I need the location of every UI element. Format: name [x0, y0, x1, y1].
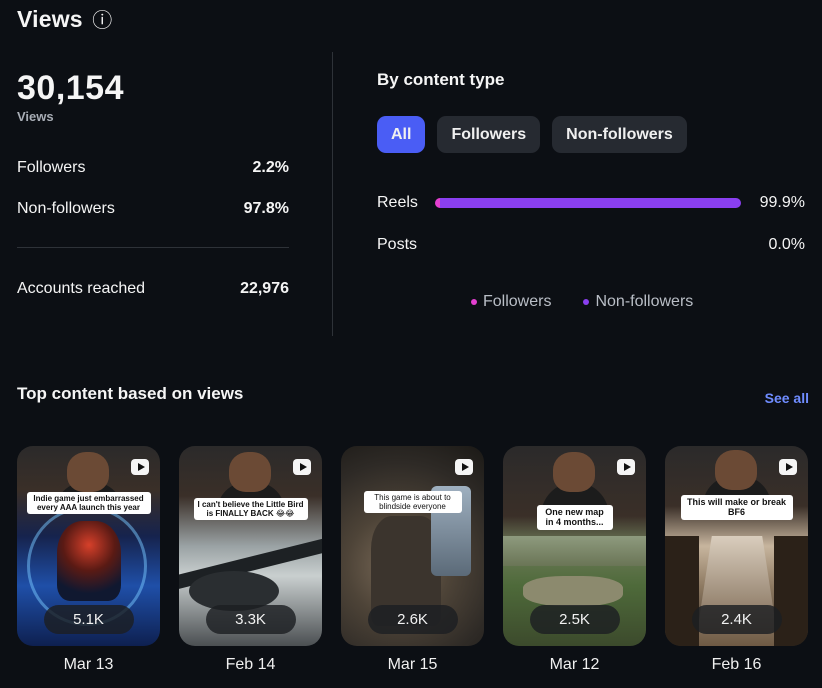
followers-label: Followers — [17, 159, 86, 176]
reels-bar-nonfollowers — [440, 198, 741, 208]
views-insights-page: Views ⓘ 30,154 Views Followers 2.2% Non-… — [0, 0, 822, 688]
thumbnail-caption: One new map in 4 months... — [536, 505, 613, 530]
page-title: Views — [17, 6, 83, 32]
content-filter-chips: All Followers Non-followers — [377, 116, 687, 153]
legend-nonfollowers-label: Non-followers — [595, 293, 694, 310]
view-count: 3.3K — [205, 605, 296, 634]
view-count: 2.6K — [367, 605, 458, 634]
nonfollowers-row: Non-followers 97.8% — [17, 200, 289, 218]
posts-row: Posts 0.0% — [377, 236, 805, 254]
accounts-reached-label: Accounts reached — [17, 280, 146, 297]
info-icon[interactable]: ⓘ — [92, 10, 112, 30]
reel-icon — [779, 459, 797, 475]
divider — [17, 247, 289, 248]
posts-pct: 0.0% — [768, 236, 805, 253]
reel-icon — [455, 459, 473, 475]
legend: Followers Non-followers — [471, 293, 693, 311]
accounts-reached-row: Accounts reached 22,976 — [17, 280, 289, 298]
followers-dot-icon — [471, 299, 477, 305]
view-count: 5.1K — [43, 605, 134, 634]
reel-icon — [617, 459, 635, 475]
reels-label: Reels — [377, 194, 418, 211]
thumbnail-caption: Indie game just embarrassed every AAA la… — [26, 492, 151, 515]
by-content-type-panel: By content type All Followers Non-follow… — [377, 70, 805, 310]
header: Views ⓘ — [17, 6, 112, 33]
reels-bar — [435, 198, 741, 208]
top-content-list: Indie game just embarrassed every AAA la… — [17, 446, 808, 674]
reels-pct: 99.9% — [759, 194, 805, 211]
reel-icon — [293, 459, 311, 475]
legend-nonfollowers: Non-followers — [583, 293, 693, 311]
post-date: Mar 13 — [63, 656, 114, 673]
reel-icon — [131, 459, 149, 475]
reels-row: Reels 99.9% — [377, 194, 805, 212]
thumbnail-caption: This will make or break BF6 — [680, 495, 793, 520]
post-date: Mar 15 — [387, 656, 438, 673]
view-count: 2.4K — [691, 605, 782, 634]
nonfollowers-label: Non-followers — [17, 200, 115, 217]
posts-bar — [435, 240, 741, 250]
views-summary: 30,154 Views Followers 2.2% Non-follower… — [17, 69, 289, 297]
reel-thumbnail[interactable]: One new map in 4 months... 2.5K — [503, 446, 646, 646]
reel-thumbnail[interactable]: I can't believe the Little Bird is FINAL… — [179, 446, 322, 646]
post-date: Feb 14 — [225, 656, 276, 673]
posts-label: Posts — [377, 236, 418, 253]
view-count: 2.5K — [529, 605, 620, 634]
content-card[interactable]: This will make or break BF6 2.4K Feb 16 — [665, 446, 808, 674]
reel-thumbnail[interactable]: Indie game just embarrassed every AAA la… — [17, 446, 160, 646]
vertical-divider — [332, 52, 333, 336]
thumbnail-caption: I can't believe the Little Bird is FINAL… — [193, 498, 308, 521]
content-card[interactable]: Indie game just embarrassed every AAA la… — [17, 446, 160, 674]
thumbnail-caption: This game is about to blindside everyone — [363, 491, 462, 514]
content-card[interactable]: One new map in 4 months... 2.5K Mar 12 — [503, 446, 646, 674]
chip-non-followers[interactable]: Non-followers — [552, 116, 687, 153]
see-all-link[interactable]: See all — [765, 390, 809, 406]
content-card[interactable]: I can't believe the Little Bird is FINAL… — [179, 446, 322, 674]
legend-followers-label: Followers — [483, 293, 552, 310]
reel-thumbnail[interactable]: This game is about to blindside everyone… — [341, 446, 484, 646]
chip-all[interactable]: All — [377, 116, 426, 153]
nonfollowers-pct: 97.8% — [243, 200, 289, 217]
top-content-title: Top content based on views — [17, 384, 244, 403]
reel-thumbnail[interactable]: This will make or break BF6 2.4K — [665, 446, 808, 646]
post-date: Mar 12 — [549, 656, 600, 673]
followers-pct: 2.2% — [252, 159, 289, 176]
content-card[interactable]: This game is about to blindside everyone… — [341, 446, 484, 674]
nonfollowers-dot-icon — [583, 299, 590, 305]
by-content-type-title: By content type — [377, 70, 505, 89]
followers-row: Followers 2.2% — [17, 159, 289, 177]
total-views: 30,154 — [17, 69, 124, 107]
legend-followers: Followers — [471, 293, 551, 311]
total-views-label: Views — [17, 109, 54, 125]
accounts-reached-value: 22,976 — [240, 280, 289, 297]
post-date: Feb 16 — [711, 656, 762, 673]
chip-followers[interactable]: Followers — [437, 116, 541, 153]
